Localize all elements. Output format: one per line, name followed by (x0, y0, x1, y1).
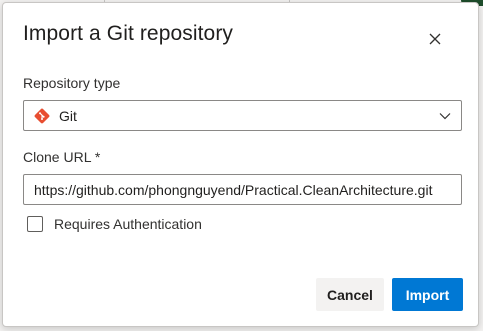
clone-url-input[interactable] (23, 174, 462, 205)
repository-type-label: Repository type (23, 75, 121, 91)
repository-type-value: Git (59, 107, 77, 124)
repository-type-select[interactable]: Git (23, 100, 462, 131)
requires-authentication-option[interactable]: Requires Authentication (27, 216, 202, 232)
requires-authentication-checkbox[interactable] (27, 216, 43, 232)
close-icon (429, 33, 441, 45)
import-repository-dialog: Import a Git repository Repository type … (2, 2, 479, 327)
cancel-button[interactable]: Cancel (316, 278, 384, 311)
import-button[interactable]: Import (392, 278, 463, 311)
git-icon (34, 108, 50, 124)
clone-url-label: Clone URL * (23, 149, 101, 165)
chevron-down-icon (439, 110, 451, 122)
close-button[interactable] (424, 28, 446, 50)
requires-authentication-label: Requires Authentication (54, 216, 202, 232)
dialog-title: Import a Git repository (23, 22, 234, 45)
